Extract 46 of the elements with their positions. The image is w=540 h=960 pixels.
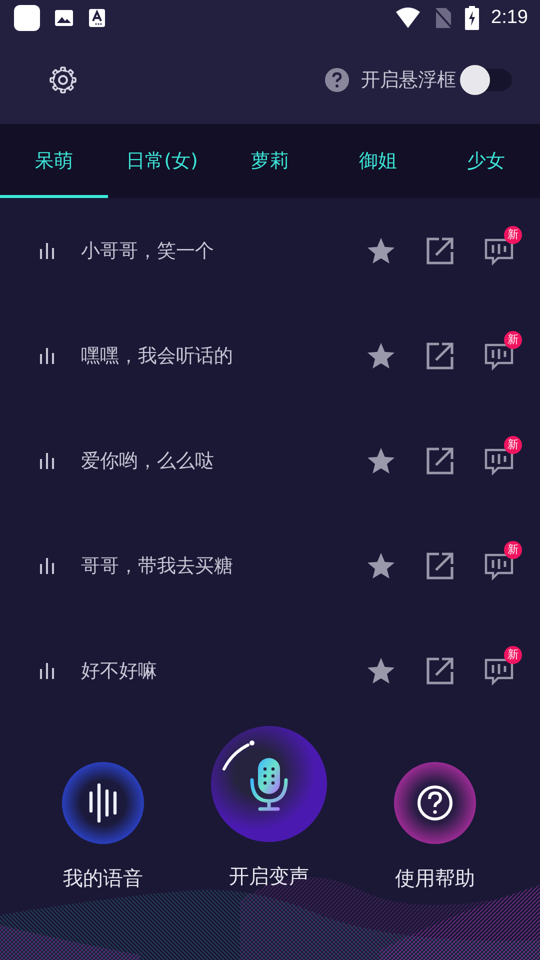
microphone-button[interactable] <box>210 725 328 843</box>
star-icon[interactable] <box>366 236 396 266</box>
phrase-text[interactable]: 爱你哟，么么哒 <box>81 448 366 474</box>
voice-wave-button[interactable] <box>61 761 145 845</box>
audio-bars-icon <box>39 558 55 574</box>
action-label: 开启变声 <box>229 863 309 890</box>
wifi-icon <box>395 7 422 29</box>
app-icon <box>14 5 40 31</box>
audio-bars-icon <box>39 662 55 678</box>
clock: 2:19 <box>491 7 528 29</box>
new-badge: 新 <box>504 330 522 348</box>
category-tab[interactable]: 萝莉 <box>216 124 324 198</box>
phrase-text[interactable]: 好不好嘛 <box>81 658 366 684</box>
star-icon[interactable] <box>366 550 396 580</box>
no-sim-icon <box>433 7 454 29</box>
battery-icon <box>465 6 480 30</box>
settings-icon[interactable] <box>48 65 78 95</box>
category-tab[interactable]: 少女 <box>432 124 540 198</box>
star-icon[interactable] <box>366 446 396 476</box>
new-badge: 新 <box>504 436 522 454</box>
image-icon <box>54 8 74 28</box>
star-icon[interactable] <box>366 656 396 686</box>
audio-bars-icon <box>39 242 55 258</box>
new-badge: 新 <box>504 540 522 558</box>
action-label: 使用帮助 <box>395 865 475 892</box>
share-icon[interactable] <box>425 236 455 266</box>
new-badge: 新 <box>504 646 522 664</box>
share-icon[interactable] <box>425 446 455 476</box>
share-icon[interactable] <box>425 340 455 370</box>
audio-bars-icon <box>39 348 55 364</box>
share-icon[interactable] <box>425 550 455 580</box>
toggle-label: 开启悬浮框 <box>361 68 456 93</box>
help-button[interactable] <box>393 761 477 845</box>
phrase-text[interactable]: 嘿嘿，我会听话的 <box>81 342 366 368</box>
category-tab[interactable]: 呆萌 <box>0 124 108 198</box>
help-icon[interactable] <box>325 68 349 92</box>
new-badge: 新 <box>504 226 522 244</box>
font-icon <box>88 8 106 28</box>
phrase-text[interactable]: 哥哥，带我去买糖 <box>81 552 366 578</box>
action-label: 我的语音 <box>63 865 143 892</box>
phrase-text[interactable]: 小哥哥，笑一个 <box>81 238 366 264</box>
category-tab[interactable]: 日常(女) <box>108 124 216 198</box>
star-icon[interactable] <box>366 340 396 370</box>
category-tab[interactable]: 御姐 <box>324 124 432 198</box>
share-icon[interactable] <box>425 656 455 686</box>
audio-bars-icon <box>39 452 55 468</box>
